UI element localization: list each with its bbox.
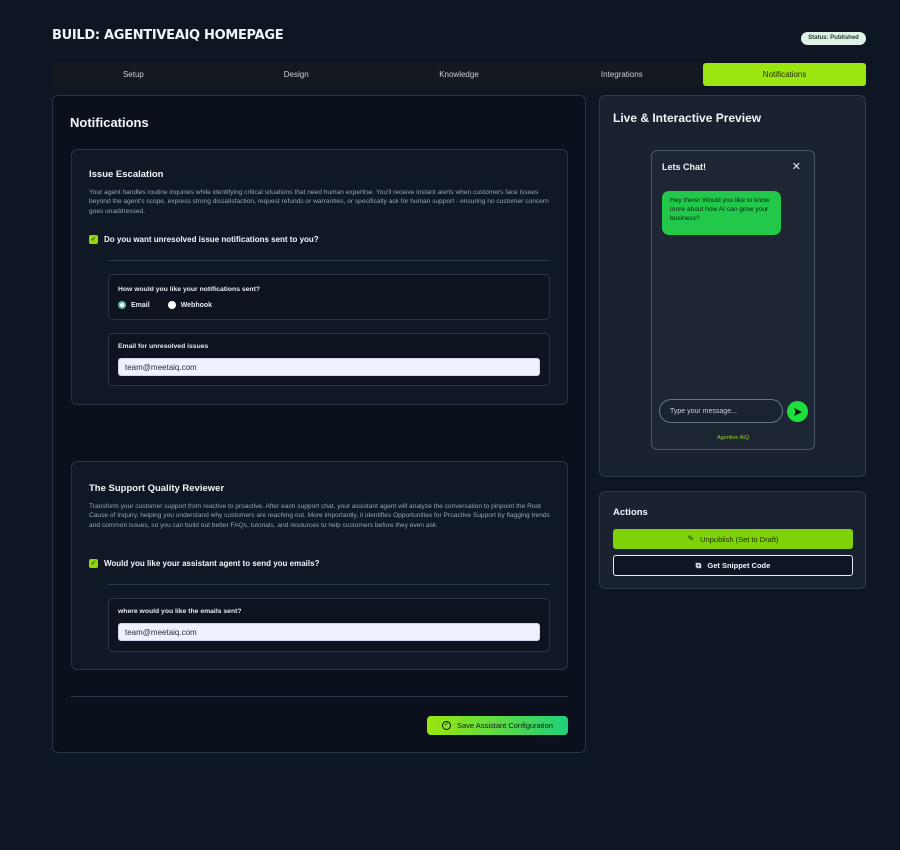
tab-knowledge[interactable]: Knowledge <box>378 63 541 86</box>
tab-bar: Setup Design Knowledge Integrations Noti… <box>52 63 866 86</box>
escalation-checkbox[interactable]: ✓ <box>89 235 98 244</box>
reviewer-title: The Support Quality Reviewer <box>89 483 225 494</box>
escalation-checkbox-label: Do you want unresolved issue notificatio… <box>104 235 319 244</box>
escalation-email-label: Email for unresolved issues <box>118 343 209 350</box>
save-configuration-label: Save Assistant Configuration <box>457 721 553 730</box>
reviewer-email-box: where would you like the emails sent? <box>108 598 550 652</box>
reviewer-checkbox-label: Would you like your assistant agent to s… <box>104 559 320 568</box>
notification-method-options: Email Webhook <box>118 301 212 309</box>
radio-email[interactable]: Email <box>118 301 150 309</box>
chat-brand: Agentive AIQ <box>716 435 750 441</box>
radio-webhook[interactable]: Webhook <box>167 301 213 309</box>
notification-method-label: How would you like your notifications se… <box>118 286 260 293</box>
radio-webhook-label: Webhook <box>180 301 213 309</box>
copy-icon: ⧉ <box>695 560 702 570</box>
status-badge: Status: Published <box>801 32 866 45</box>
tab-integrations[interactable]: Integrations <box>540 63 703 86</box>
save-configuration-button[interactable]: ✓ Save Assistant Configuration <box>427 716 568 735</box>
get-snippet-label: Get Snippet Code <box>707 561 771 570</box>
actions-panel: Actions ✎ Unpublish (Set to Draft) ⧉ Get… <box>599 491 866 589</box>
preview-title: Live & Interactive Preview <box>613 111 762 125</box>
check-circle-icon: ✓ <box>442 721 452 730</box>
radio-webhook-dot[interactable] <box>167 301 176 309</box>
divider <box>108 260 550 261</box>
radio-email-dot[interactable] <box>118 301 126 309</box>
tab-setup[interactable]: Setup <box>52 63 215 86</box>
issue-escalation-title: Issue Escalation <box>89 169 164 180</box>
escalation-checkbox-row[interactable]: ✓ Do you want unresolved issue notificat… <box>89 235 319 244</box>
escalation-email-input[interactable] <box>118 358 540 376</box>
close-icon[interactable]: ✕ <box>792 160 801 173</box>
get-snippet-button[interactable]: ⧉ Get Snippet Code <box>613 555 853 576</box>
issue-escalation-description: Your agent handles routine inquiries whi… <box>89 189 549 215</box>
chat-message-input[interactable] <box>659 399 783 423</box>
support-quality-reviewer-section: The Support Quality Reviewer Transform y… <box>71 461 568 670</box>
reviewer-checkbox[interactable]: ✓ <box>89 559 98 568</box>
chat-message-bubble: Hey there! Would you like to know more a… <box>662 191 781 235</box>
reviewer-checkbox-row[interactable]: ✓ Would you like your assistant agent to… <box>89 559 319 568</box>
send-icon <box>793 407 802 416</box>
reviewer-email-input[interactable] <box>118 623 540 641</box>
reviewer-description: Transform your customer support from rea… <box>89 503 550 529</box>
actions-title: Actions <box>613 507 648 518</box>
reviewer-email-label: where would you like the emails sent? <box>118 608 242 615</box>
page-title: BUILD: AGENTIVEAIQ HOMEPAGE <box>52 28 284 43</box>
divider <box>108 584 550 585</box>
notifications-panel: Notifications Issue Escalation Your agen… <box>52 95 586 753</box>
preview-panel: Live & Interactive Preview Lets Chat! ✕ … <box>599 95 866 477</box>
divider <box>71 696 568 697</box>
radio-email-label: Email <box>131 301 150 309</box>
notification-method-box: How would you like your notifications se… <box>108 274 550 320</box>
unpublish-label: Unpublish (Set to Draft) <box>700 534 779 544</box>
issue-escalation-section: Issue Escalation Your agent handles rout… <box>71 149 568 405</box>
chat-title: Lets Chat! <box>662 162 707 172</box>
tab-design[interactable]: Design <box>215 63 378 86</box>
chat-widget: Lets Chat! ✕ Hey there! Would you like t… <box>651 150 815 450</box>
pencil-icon: ✎ <box>687 534 695 543</box>
tab-notifications[interactable]: Notifications <box>703 63 866 86</box>
notifications-title: Notifications <box>70 115 149 130</box>
unpublish-button[interactable]: ✎ Unpublish (Set to Draft) <box>613 529 853 549</box>
escalation-email-box: Email for unresolved issues <box>108 333 550 386</box>
send-button[interactable] <box>787 401 808 422</box>
